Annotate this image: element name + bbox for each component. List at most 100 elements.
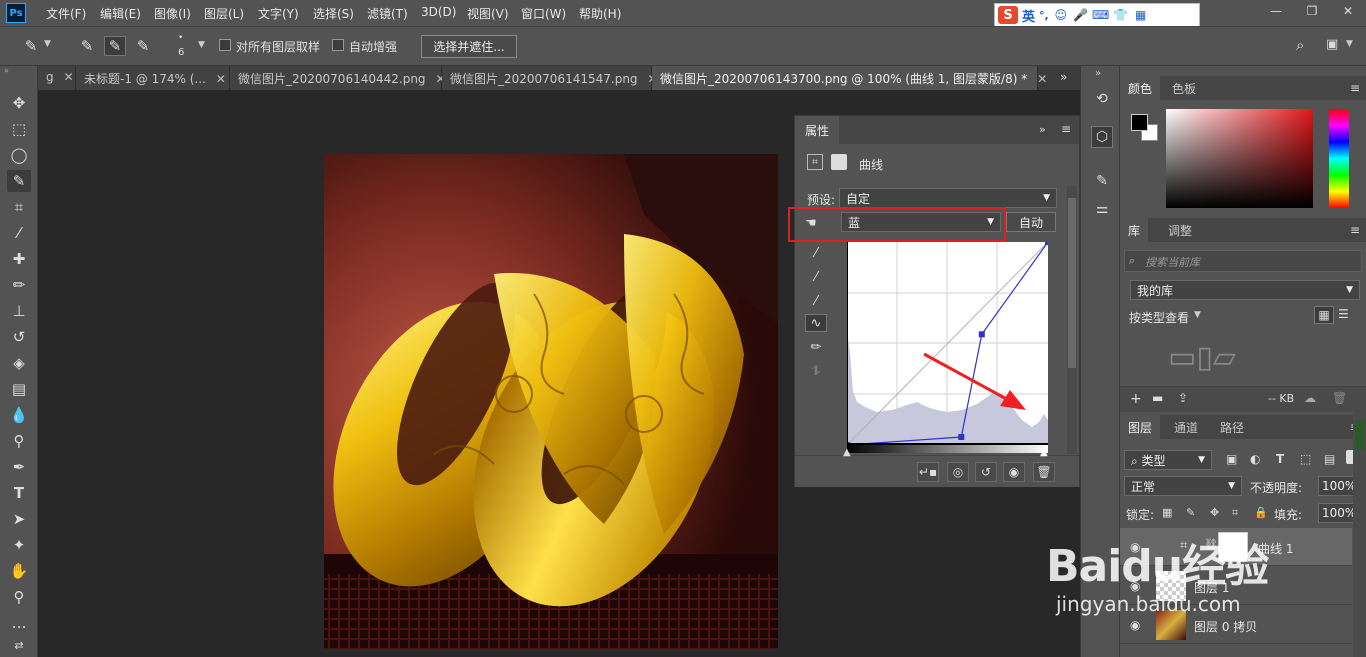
menu-type[interactable]: 文字(Y): [258, 5, 299, 22]
visibility-eye-icon[interactable]: ◉: [1130, 618, 1140, 632]
eyedropper-tool-icon[interactable]: ⁄: [7, 222, 31, 244]
lock-all-icon[interactable]: 🔒: [1254, 506, 1268, 519]
3d-cube-icon[interactable]: ⬡: [1091, 126, 1113, 148]
visibility-eye-icon[interactable]: ◉: [1003, 462, 1025, 482]
stamp-tool-icon[interactable]: ⊥: [7, 300, 31, 322]
type-filter-icon[interactable]: T: [1276, 452, 1284, 466]
panel-menu-icon[interactable]: ≡: [1350, 223, 1360, 237]
grid-view-icon[interactable]: ▦: [1314, 306, 1334, 324]
tab-document[interactable]: 微信图片_20200706141547.png✕: [442, 66, 658, 90]
preset-dropdown[interactable]: 自定 ▼: [839, 188, 1057, 208]
history-brush-icon[interactable]: ↺: [7, 326, 31, 348]
tab-layers[interactable]: 图层: [1120, 415, 1161, 439]
hue-slider[interactable]: [1329, 109, 1349, 208]
smart-object-filter-icon[interactable]: ▤: [1324, 452, 1335, 466]
chevron-down-icon[interactable]: ▼: [1346, 39, 1353, 49]
sogou-logo[interactable]: S: [998, 6, 1018, 24]
menu-image[interactable]: 图像(I): [154, 5, 191, 22]
black-slider-icon[interactable]: ▲: [843, 447, 851, 458]
keyboard-icon[interactable]: ⌨: [1092, 7, 1109, 23]
close-icon[interactable]: ✕: [1330, 0, 1366, 22]
sample-all-layers-checkbox[interactable]: [219, 39, 231, 51]
brush-tool-icon[interactable]: ✏: [7, 274, 31, 296]
zoom-tool-icon[interactable]: ⚲: [7, 586, 31, 608]
microphone-icon[interactable]: 🎤: [1073, 7, 1089, 23]
panel-menu-icon[interactable]: ≡: [1350, 81, 1360, 95]
library-dropdown[interactable]: 我的库 ▼: [1130, 280, 1360, 300]
move-tool-icon[interactable]: ✥: [7, 92, 31, 114]
quick-selection-tool-icon[interactable]: ✎: [7, 170, 31, 192]
delete-icon[interactable]: 🗑: [1332, 391, 1347, 405]
skin-icon[interactable]: 👕: [1113, 7, 1129, 23]
chevron-down-icon[interactable]: ▼: [44, 39, 51, 49]
auto-enhance-checkbox[interactable]: [332, 39, 344, 51]
collapse-icon[interactable]: »: [1039, 123, 1046, 136]
pixel-filter-icon[interactable]: ▣: [1226, 452, 1237, 466]
tab-adjustments[interactable]: 调整: [1160, 218, 1200, 242]
adjustment-filter-icon[interactable]: ◐: [1250, 452, 1260, 466]
ime-mode[interactable]: 英: [1022, 6, 1035, 25]
swap-colors-icon[interactable]: ⇄: [7, 634, 31, 656]
color-spectrum[interactable]: [1166, 109, 1313, 208]
lock-brush-icon[interactable]: ✎: [1186, 506, 1195, 519]
pen-tool-icon[interactable]: ✒: [7, 456, 31, 478]
grid-icon[interactable]: ▦: [1133, 7, 1149, 23]
list-view-icon[interactable]: ☰: [1338, 307, 1349, 321]
curve-control-point[interactable]: [1045, 242, 1048, 245]
marquee-tool-icon[interactable]: ⬚: [7, 118, 31, 140]
view-previous-icon[interactable]: ◎: [947, 462, 969, 482]
expand-icon[interactable]: »: [1095, 68, 1101, 79]
more-tabs-icon[interactable]: »: [1060, 70, 1067, 84]
quick-select-preset-icon[interactable]: ✎: [20, 36, 42, 56]
layer-filter-dropdown[interactable]: ⌕ 类型 ▼: [1124, 450, 1212, 470]
document-image[interactable]: [324, 154, 778, 649]
upload-icon[interactable]: ⇪: [1178, 391, 1188, 405]
healing-tool-icon[interactable]: ✚: [7, 248, 31, 270]
curve-edit-icon[interactable]: ∿: [805, 314, 827, 332]
menu-layer[interactable]: 图层(L): [204, 5, 244, 22]
library-search-input[interactable]: ⌕ 搜索当前库: [1124, 250, 1362, 272]
hand-tool-icon[interactable]: ✋: [7, 560, 31, 582]
chevron-down-icon[interactable]: ▼: [1194, 310, 1201, 320]
menu-filter[interactable]: 滤镜(T): [367, 5, 408, 22]
view-by-type[interactable]: 按类型查看: [1129, 309, 1189, 326]
tab-libraries[interactable]: 库: [1120, 218, 1149, 242]
lasso-tool-icon[interactable]: ◯: [7, 144, 31, 166]
layer-name[interactable]: 图层 0 拷贝: [1194, 618, 1257, 635]
gradient-tool-icon[interactable]: ▤: [7, 378, 31, 400]
crop-tool-icon[interactable]: ⌗: [7, 196, 31, 218]
shape-filter-icon[interactable]: ⬚: [1300, 452, 1311, 466]
folder-icon[interactable]: ▬: [1152, 391, 1163, 405]
path-selection-icon[interactable]: ➤: [7, 508, 31, 530]
close-icon[interactable]: ✕: [64, 70, 74, 84]
emoji-icon[interactable]: ☺: [1053, 7, 1069, 23]
close-icon[interactable]: ✕: [1037, 72, 1047, 86]
add-selection-icon[interactable]: ✎: [104, 36, 126, 56]
blur-tool-icon[interactable]: 💧: [7, 404, 31, 426]
shape-tool-icon[interactable]: ✦: [7, 534, 31, 556]
reset-icon[interactable]: ↺: [975, 462, 997, 482]
cloud-icon[interactable]: ☁: [1304, 391, 1316, 405]
menu-help[interactable]: 帮助(H): [579, 5, 621, 22]
eraser-tool-icon[interactable]: ◈: [7, 352, 31, 374]
curves-adjustment-icon[interactable]: ⌗: [807, 154, 823, 170]
add-icon[interactable]: +: [1130, 391, 1142, 407]
curve-control-point[interactable]: [958, 434, 965, 440]
properties-scrollbar[interactable]: [1067, 186, 1077, 454]
close-icon[interactable]: ✕: [216, 72, 226, 86]
menu-view[interactable]: 视图(V): [467, 5, 509, 22]
delete-icon[interactable]: 🗑: [1033, 462, 1055, 482]
lock-move-icon[interactable]: ✥: [1210, 506, 1219, 519]
tab-channels[interactable]: 通道: [1166, 415, 1206, 439]
collapse-icon[interactable]: »: [4, 66, 9, 75]
type-tool-icon[interactable]: T: [7, 482, 31, 504]
minimize-icon[interactable]: —: [1258, 0, 1294, 22]
tab-document[interactable]: 微信图片_20200706140442.png ✕: [230, 66, 446, 90]
new-selection-icon[interactable]: ✎: [76, 36, 98, 56]
menu-3d[interactable]: 3D(D): [421, 5, 456, 19]
auto-button[interactable]: 自动: [1006, 212, 1056, 232]
restore-icon[interactable]: ❐: [1294, 0, 1330, 22]
black-point-eyedropper-icon[interactable]: ⁄: [807, 244, 825, 262]
lock-artboard-icon[interactable]: ⌗: [1232, 506, 1238, 520]
search-icon[interactable]: ⌕: [1296, 36, 1304, 54]
